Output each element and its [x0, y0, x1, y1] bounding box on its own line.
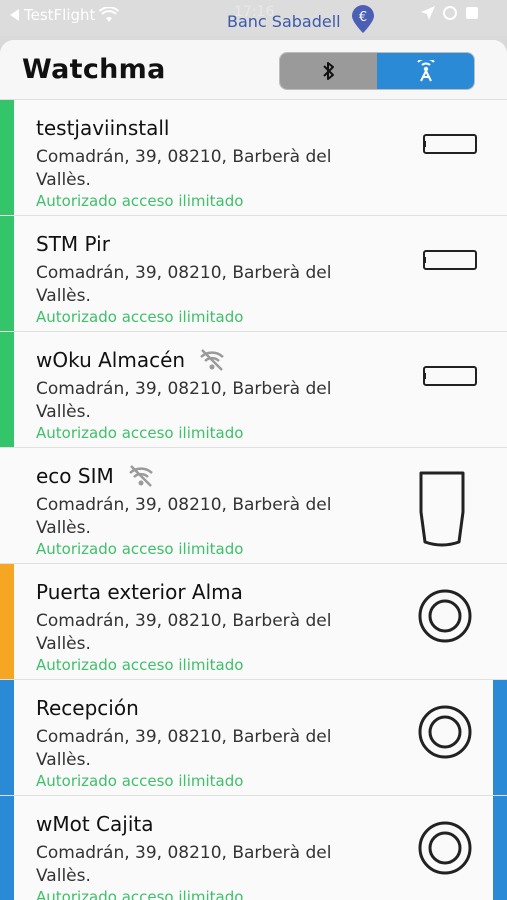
access-status: Autorizado acceso ilimitado	[36, 192, 244, 210]
access-status: Autorizado acceso ilimitado	[36, 540, 244, 558]
status-color-bar	[0, 332, 14, 447]
map-place-label: Banc Sabadell	[227, 12, 341, 31]
devices-sheet: Watchma testjaviinstall Comadrán, 39, 08…	[0, 40, 507, 900]
connection-mode-toggle[interactable]	[279, 52, 475, 90]
battery-outline-icon	[423, 366, 477, 386]
device-address: Comadrán, 39, 08210, Barberà del Vallès.	[36, 843, 332, 886]
device-name: wOku Almacén	[36, 348, 186, 372]
access-status: Autorizado acceso ilimitado	[36, 772, 244, 790]
device-row[interactable]: Puerta exterior Alma Comadrán, 39, 08210…	[0, 564, 507, 680]
device-name: Puerta exterior Alma	[36, 580, 243, 604]
wifi-icon	[99, 7, 120, 22]
page-title: Watchma	[22, 54, 166, 85]
header: Watchma	[0, 40, 507, 100]
device-name: wMot Cajita	[36, 812, 154, 836]
device-address: Comadrán, 39, 08210, Barberà del Vallès.	[36, 495, 332, 538]
carrier-label: TestFlight	[24, 6, 96, 24]
device-row[interactable]: wMot Cajita Comadrán, 39, 08210, Barberà…	[0, 796, 507, 900]
battery-outline-icon	[423, 250, 477, 270]
device-name: STM Pir	[36, 232, 110, 256]
bluetooth-icon	[322, 62, 334, 80]
status-color-bar	[0, 100, 14, 215]
status-color-bar	[0, 796, 14, 900]
wifi-off-icon	[200, 349, 224, 371]
device-row[interactable]: testjaviinstall Comadrán, 39, 08210, Bar…	[0, 100, 507, 216]
device-row[interactable]: wOku Almacén Comadrán, 39, 08210, Barber…	[0, 332, 507, 448]
device-name: eco SIM	[36, 464, 114, 488]
back-to-app[interactable]: TestFlight	[10, 6, 120, 24]
alarm-icon	[443, 6, 457, 20]
back-arrow-icon	[10, 9, 19, 21]
location-icon	[421, 6, 435, 20]
antenna-icon	[416, 60, 435, 82]
device-row[interactable]: STM Pir Comadrán, 39, 08210, Barberà del…	[0, 216, 507, 332]
access-status: Autorizado acceso ilimitado	[36, 424, 244, 442]
access-status: Autorizado acceso ilimitado	[36, 308, 244, 326]
access-status: Autorizado acceso ilimitado	[36, 656, 244, 674]
status-color-bar	[0, 680, 14, 795]
battery-icon	[466, 7, 478, 19]
bluetooth-tab[interactable]	[280, 53, 377, 89]
status-color-bar	[0, 216, 14, 331]
device-address: Comadrán, 39, 08210, Barberà del Vallès.	[36, 379, 332, 422]
round-reader-icon	[418, 821, 472, 875]
round-reader-icon	[418, 589, 472, 643]
selection-bar	[493, 796, 507, 900]
round-reader-icon	[418, 705, 472, 759]
battery-outline-icon	[423, 134, 477, 154]
selection-bar	[493, 680, 507, 795]
device-address: Comadrán, 39, 08210, Barberà del Vallès.	[36, 147, 332, 190]
device-name: testjaviinstall	[36, 116, 170, 140]
cylinder-lock-icon	[419, 471, 465, 547]
device-name: Recepción	[36, 696, 139, 720]
device-row[interactable]: eco SIM Comadrán, 39, 08210, Barberà del…	[0, 448, 507, 564]
device-address: Comadrán, 39, 08210, Barberà del Vallès.	[36, 727, 332, 770]
wifi-off-icon	[128, 465, 153, 487]
remote-tab[interactable]	[377, 53, 474, 89]
device-address: Comadrán, 39, 08210, Barberà del Vallès.	[36, 263, 332, 306]
device-list: testjaviinstall Comadrán, 39, 08210, Bar…	[0, 100, 507, 900]
status-color-bar	[0, 564, 14, 679]
device-address: Comadrán, 39, 08210, Barberà del Vallès.	[36, 611, 332, 654]
device-row[interactable]: Recepción Comadrán, 39, 08210, Barberà d…	[0, 680, 507, 796]
access-status: Autorizado acceso ilimitado	[36, 888, 244, 900]
svg-text:€: €	[359, 10, 367, 25]
map-pin-icon[interactable]: €	[350, 4, 376, 34]
